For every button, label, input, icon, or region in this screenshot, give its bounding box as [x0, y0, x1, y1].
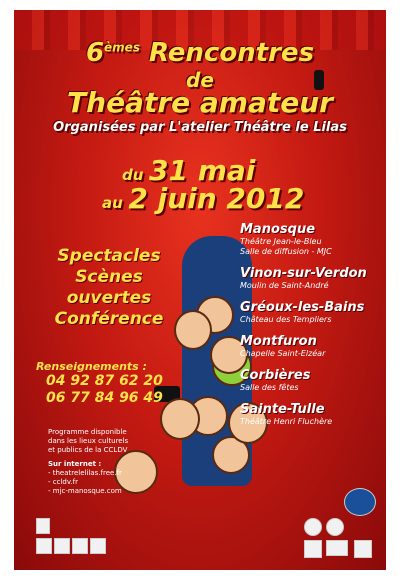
- website-link[interactable]: - theatrelelilas.free.fr: [48, 469, 168, 478]
- venue-city: Sainte-Tulle: [240, 402, 325, 417]
- venue-item: Montfuron Chapelle Saint-Elzéar: [240, 334, 380, 359]
- phone-number: 04 92 87 62 20: [46, 373, 163, 389]
- contact-label: Renseignements :: [36, 360, 147, 373]
- sponsor-logo-icon: [304, 518, 322, 536]
- sponsor-logo-icon: [54, 538, 70, 554]
- edition-number: 6: [85, 38, 105, 68]
- organizer-line: Organisées par L'atelier Théâtre le Lila…: [53, 120, 347, 135]
- venue-place: Chapelle Saint-Elzéar: [240, 349, 326, 358]
- phone-number: 06 77 84 96 49: [46, 390, 163, 406]
- sponsor-logos-left: [36, 518, 116, 558]
- program-item: Conférence: [54, 309, 164, 329]
- venue-item: Manosque Théâtre Jean-le-Bleu Salle de d…: [240, 222, 380, 257]
- date-end-value: 2 juin 2012: [128, 182, 305, 215]
- title-rencontres: Rencontres: [149, 38, 315, 68]
- sponsor-logo-icon: [304, 540, 322, 558]
- date-end: au 2 juin 2012: [102, 182, 304, 215]
- venue-city: Corbières: [240, 368, 311, 383]
- venue-list: Manosque Théâtre Jean-le-Bleu Salle de d…: [240, 222, 380, 436]
- venue-place: Salle des fêtes: [240, 383, 299, 392]
- character-face-icon: [174, 310, 212, 350]
- poster: 6èmes Rencontres de Théâtre amateur Orga…: [14, 10, 386, 570]
- sponsor-logo-icon: [326, 540, 348, 556]
- website-link[interactable]: - ccldv.fr: [48, 478, 168, 487]
- sponsor-logo-icon: [326, 518, 344, 536]
- sponsor-logos-right: [304, 488, 384, 560]
- venue-city: Montfuron: [240, 334, 317, 349]
- internet-label: Sur internet :: [48, 460, 102, 468]
- sponsor-logo-icon: [72, 538, 88, 554]
- program-note-line: dans les lieux culturels: [48, 437, 129, 445]
- title-line-1: 6èmes Rencontres: [14, 38, 386, 68]
- program-note-line: Programme disponible: [48, 428, 127, 436]
- venue-city: Gréoux-les-Bains: [240, 300, 365, 315]
- venue-item: Sainte-Tulle Théâtre Henri Fluchère: [240, 402, 380, 427]
- top-hat-icon: [314, 70, 324, 90]
- community-logo-icon: [344, 488, 376, 516]
- sponsor-logo-icon: [90, 538, 106, 554]
- program-note-line: et publics de la CCLDV: [48, 446, 128, 454]
- venue-place: Moulin de Saint-André: [240, 281, 329, 290]
- date-au: au: [102, 194, 123, 212]
- program-item: Spectacles: [57, 246, 161, 266]
- venue-place: Salle de diffusion - MJC: [240, 247, 332, 256]
- venue-place: Théâtre Henri Fluchère: [240, 417, 333, 426]
- venue-place: Théâtre Jean-le-Bleu: [240, 237, 322, 246]
- program-list: Spectacles Scènes ouvertes Conférence: [34, 246, 184, 330]
- venue-item: Gréoux-les-Bains Château des Templiers: [240, 300, 380, 325]
- venue-place: Château des Templiers: [240, 315, 332, 324]
- sponsor-logo-icon: [36, 538, 52, 554]
- info-block: Programme disponible dans les lieux cult…: [48, 428, 168, 496]
- title-theatre-amateur: Théâtre amateur: [67, 86, 333, 119]
- website-link[interactable]: - mjc-manosque.com: [48, 487, 168, 496]
- sponsor-logo-icon: [354, 540, 372, 558]
- venue-item: Corbières Salle des fêtes: [240, 368, 380, 393]
- venue-city: Vinon-sur-Verdon: [240, 266, 367, 281]
- coat-of-arms-icon: [36, 518, 50, 534]
- edition-suffix: èmes: [104, 40, 140, 55]
- venue-city: Manosque: [240, 222, 316, 237]
- venue-item: Vinon-sur-Verdon Moulin de Saint-André: [240, 266, 380, 291]
- contact-block: Renseignements : 04 92 87 62 20 06 77 84…: [36, 360, 163, 407]
- program-item: Scènes ouvertes: [66, 267, 152, 308]
